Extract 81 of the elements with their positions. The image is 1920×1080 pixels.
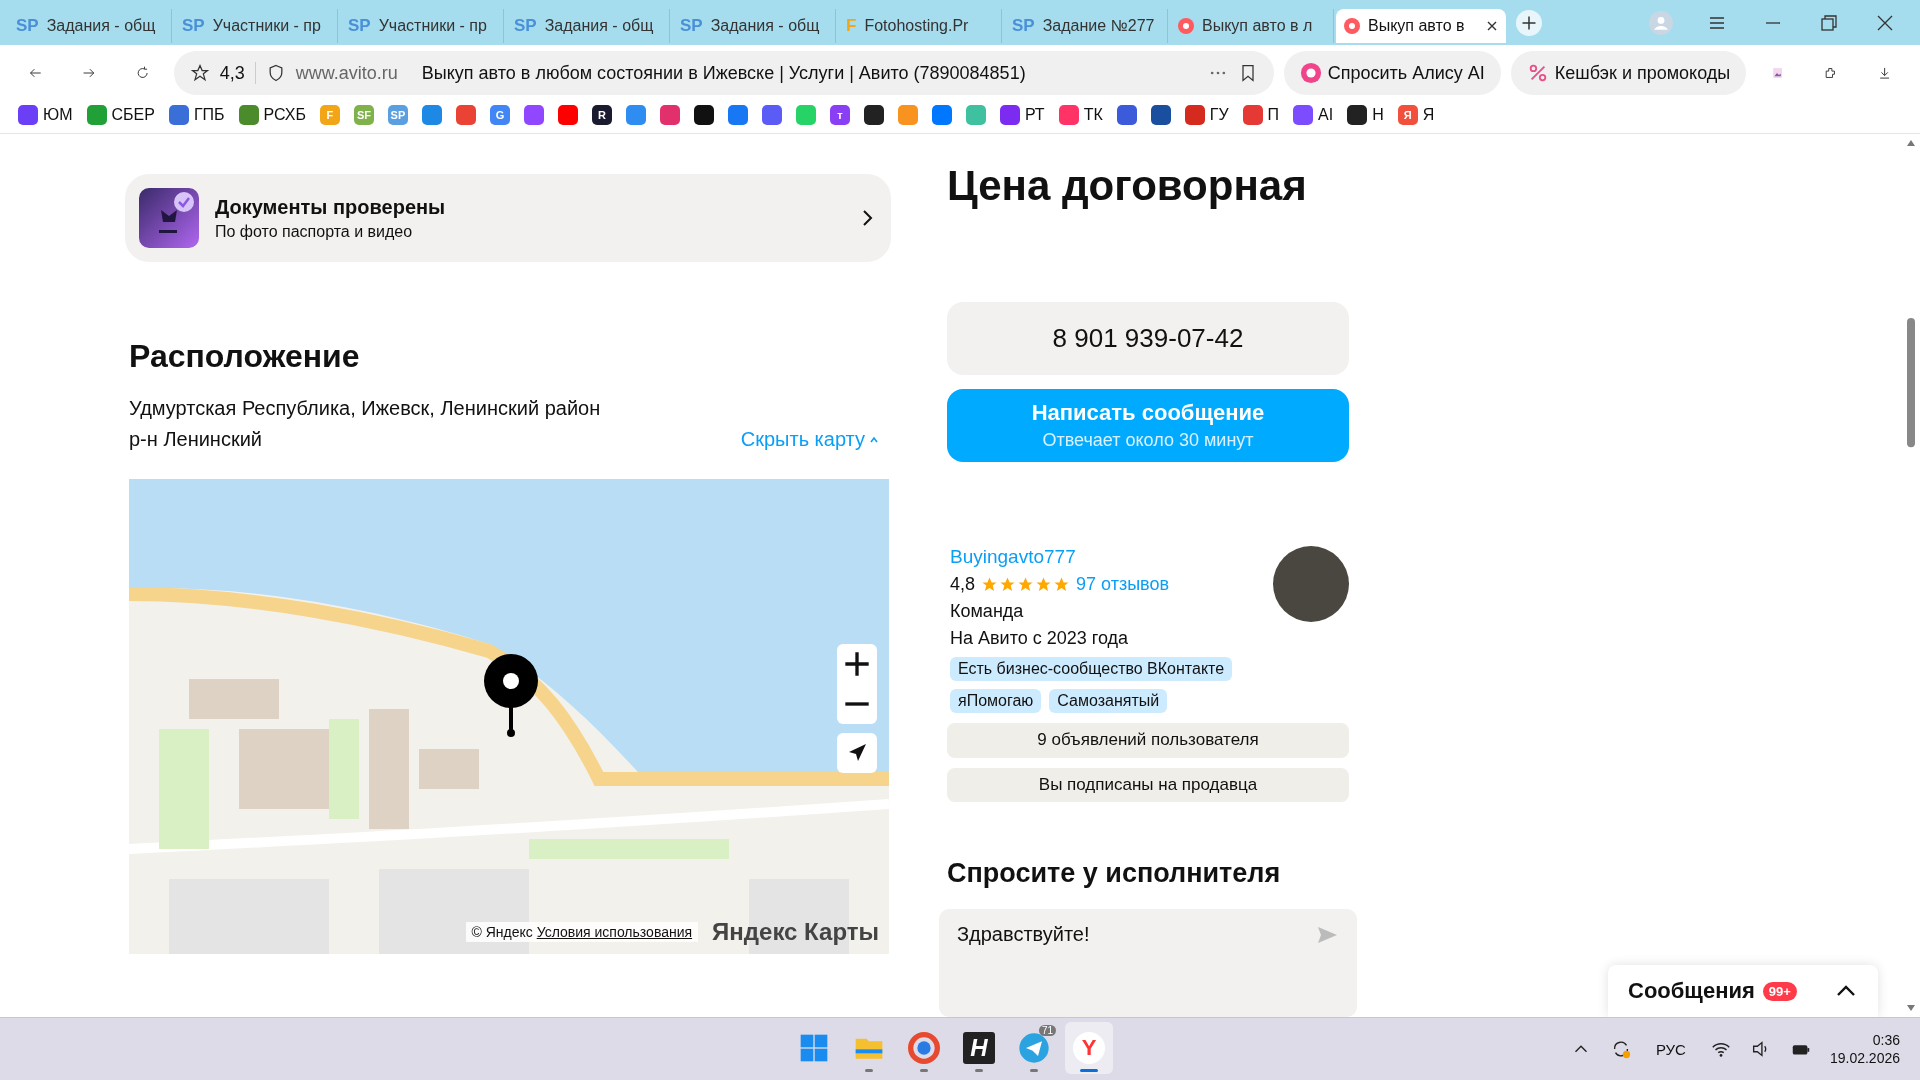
browser-tab[interactable]: SP Участники - пр xyxy=(174,8,338,43)
bookmark-label[interactable]: Я xyxy=(1422,106,1435,124)
passport-icon xyxy=(139,188,199,248)
geolocation-icon[interactable] xyxy=(837,733,877,773)
taskbar-app[interactable]: Y xyxy=(1065,1022,1113,1074)
map-logo: Яндекс Карты xyxy=(712,918,879,946)
browser-tab[interactable]: Выкуп авто в л xyxy=(1170,8,1334,43)
browser-tab[interactable]: Выкуп авто в xyxy=(1336,8,1506,43)
chevron-right-icon xyxy=(861,208,873,228)
seller-action-button[interactable]: 9 объявлений пользователя xyxy=(947,722,1349,758)
avito-icon xyxy=(1344,17,1360,34)
section-heading: Спросите у исполнителя xyxy=(947,858,1282,890)
bookmark-label[interactable]: AI xyxy=(1318,106,1334,124)
caret-up-icon xyxy=(869,434,879,445)
domain-text: www.avito.ru xyxy=(295,62,398,84)
seller-tag: яПомогаю xyxy=(950,688,1042,713)
alice-button[interactable]: Спросить Алису AI xyxy=(1283,51,1501,95)
unread-badge: 99+ xyxy=(1762,981,1797,1001)
phone-button[interactable]: 8 901 939-07-42 xyxy=(947,302,1349,375)
browser-icon xyxy=(908,1032,940,1064)
paper-plane-icon xyxy=(1018,1032,1050,1064)
terms-link[interactable]: Условия использования xyxy=(536,924,693,940)
browser-tab[interactable]: SP Задания - общ xyxy=(506,8,670,43)
rating-value: 4,8 xyxy=(950,573,976,595)
bookmark-icon[interactable] xyxy=(1347,105,1368,125)
card-title: Документы проверены xyxy=(215,195,447,219)
bookmark-label[interactable]: ГУ xyxy=(1209,106,1229,124)
bookmark-label[interactable]: Н xyxy=(1372,106,1384,124)
language-indicator[interactable]: РУС xyxy=(1655,1040,1686,1058)
seller-tag: Есть бизнес-сообщество ВКонтакте xyxy=(950,656,1233,681)
cashback-button[interactable]: Кешбэк и промокоды xyxy=(1510,51,1747,95)
windows-icon xyxy=(798,1032,830,1064)
question-field[interactable]: Здравствуйте! xyxy=(939,909,1357,1017)
chevron-up-icon xyxy=(1836,985,1856,997)
seller-action-button[interactable]: Вы подписаны на продавца xyxy=(947,767,1349,803)
bookmark-label[interactable]: РТ xyxy=(1024,106,1045,124)
app-icon: Y xyxy=(1073,1032,1105,1064)
bookmark-icon[interactable] xyxy=(999,105,1020,125)
seller-since: На Авито с 2023 года xyxy=(950,627,1130,649)
bookmark-icon[interactable] xyxy=(1150,105,1171,125)
price-heading: Цена договорная xyxy=(947,162,1308,210)
browser-tab[interactable]: SP Задание №277 xyxy=(1004,8,1168,43)
card-subtitle: По фото паспорта и видео xyxy=(215,222,414,241)
messages-panel[interactable]: Сообщения 99+ xyxy=(1608,965,1878,1017)
page-title: Выкуп авто в любом состоянии в Ижевске | Услуги | Авито (7890084851) xyxy=(421,62,1026,84)
address-bar[interactable]: 4,3 www.avito.ru Выкуп авто в любом состоянии в Ижевске | Услуги | Авито (7890084851) xyxy=(173,51,1274,95)
seller-tag: Самозанятый xyxy=(1049,688,1168,713)
bookmark-icon[interactable]: R xyxy=(591,105,612,125)
app-icon: H xyxy=(963,1032,995,1064)
close-icon[interactable] xyxy=(1486,19,1498,32)
bookmark-label[interactable]: ТК xyxy=(1083,106,1103,124)
taskbar-app[interactable]: H xyxy=(955,1022,1003,1074)
address-text: Удмуртская Республика, Ижевск, Ленинский район xyxy=(129,397,602,420)
taskbar-app[interactable]: 71 xyxy=(1010,1022,1058,1074)
district-text: р-н Ленинский xyxy=(129,428,263,451)
new-tab-icon[interactable] xyxy=(1516,9,1542,36)
bookmark-icon[interactable] xyxy=(863,105,884,125)
bookmark-label[interactable]: ЮМ xyxy=(43,106,73,124)
alice-icon xyxy=(1299,62,1322,84)
bookmark-label[interactable]: СБЕР xyxy=(111,106,155,124)
bookmark-label[interactable]: РСХБ xyxy=(263,106,306,124)
section-heading: Расположение xyxy=(129,338,361,375)
map-area[interactable]: © Яндекс Условия использования Яндекс Карты xyxy=(129,479,889,954)
bookmark-label[interactable]: ГПБ xyxy=(193,106,225,124)
seller-type: Команда xyxy=(950,600,1025,622)
star-icon[interactable] xyxy=(189,63,210,83)
browser-tab[interactable]: SP Задания - общ xyxy=(672,8,836,43)
site-rating: 4,3 xyxy=(219,62,245,84)
clock[interactable]: 0:36 19.02.2026 xyxy=(1829,1032,1900,1066)
browser-tab[interactable]: F Fotohosting.Pr xyxy=(838,8,1002,43)
notification-badge: 71 xyxy=(1038,1025,1056,1036)
browser-tab[interactable]: SP Задания - общ xyxy=(8,8,172,43)
bookmark-icon[interactable]: т xyxy=(829,105,850,125)
bookmark-icon[interactable]: G xyxy=(489,105,510,125)
avito-icon xyxy=(1178,17,1194,34)
bookmark-icon[interactable]: Я xyxy=(1397,105,1418,125)
map-attribution: © Яндекс Условия использования xyxy=(465,922,699,942)
bookmark-label[interactable]: П xyxy=(1267,106,1280,124)
bookmark-icon[interactable] xyxy=(693,105,714,125)
documents-card[interactable]: Документы проверены По фото паспорта и видео xyxy=(125,174,891,262)
browser-tab[interactable]: SP Участники - пр xyxy=(340,8,504,43)
